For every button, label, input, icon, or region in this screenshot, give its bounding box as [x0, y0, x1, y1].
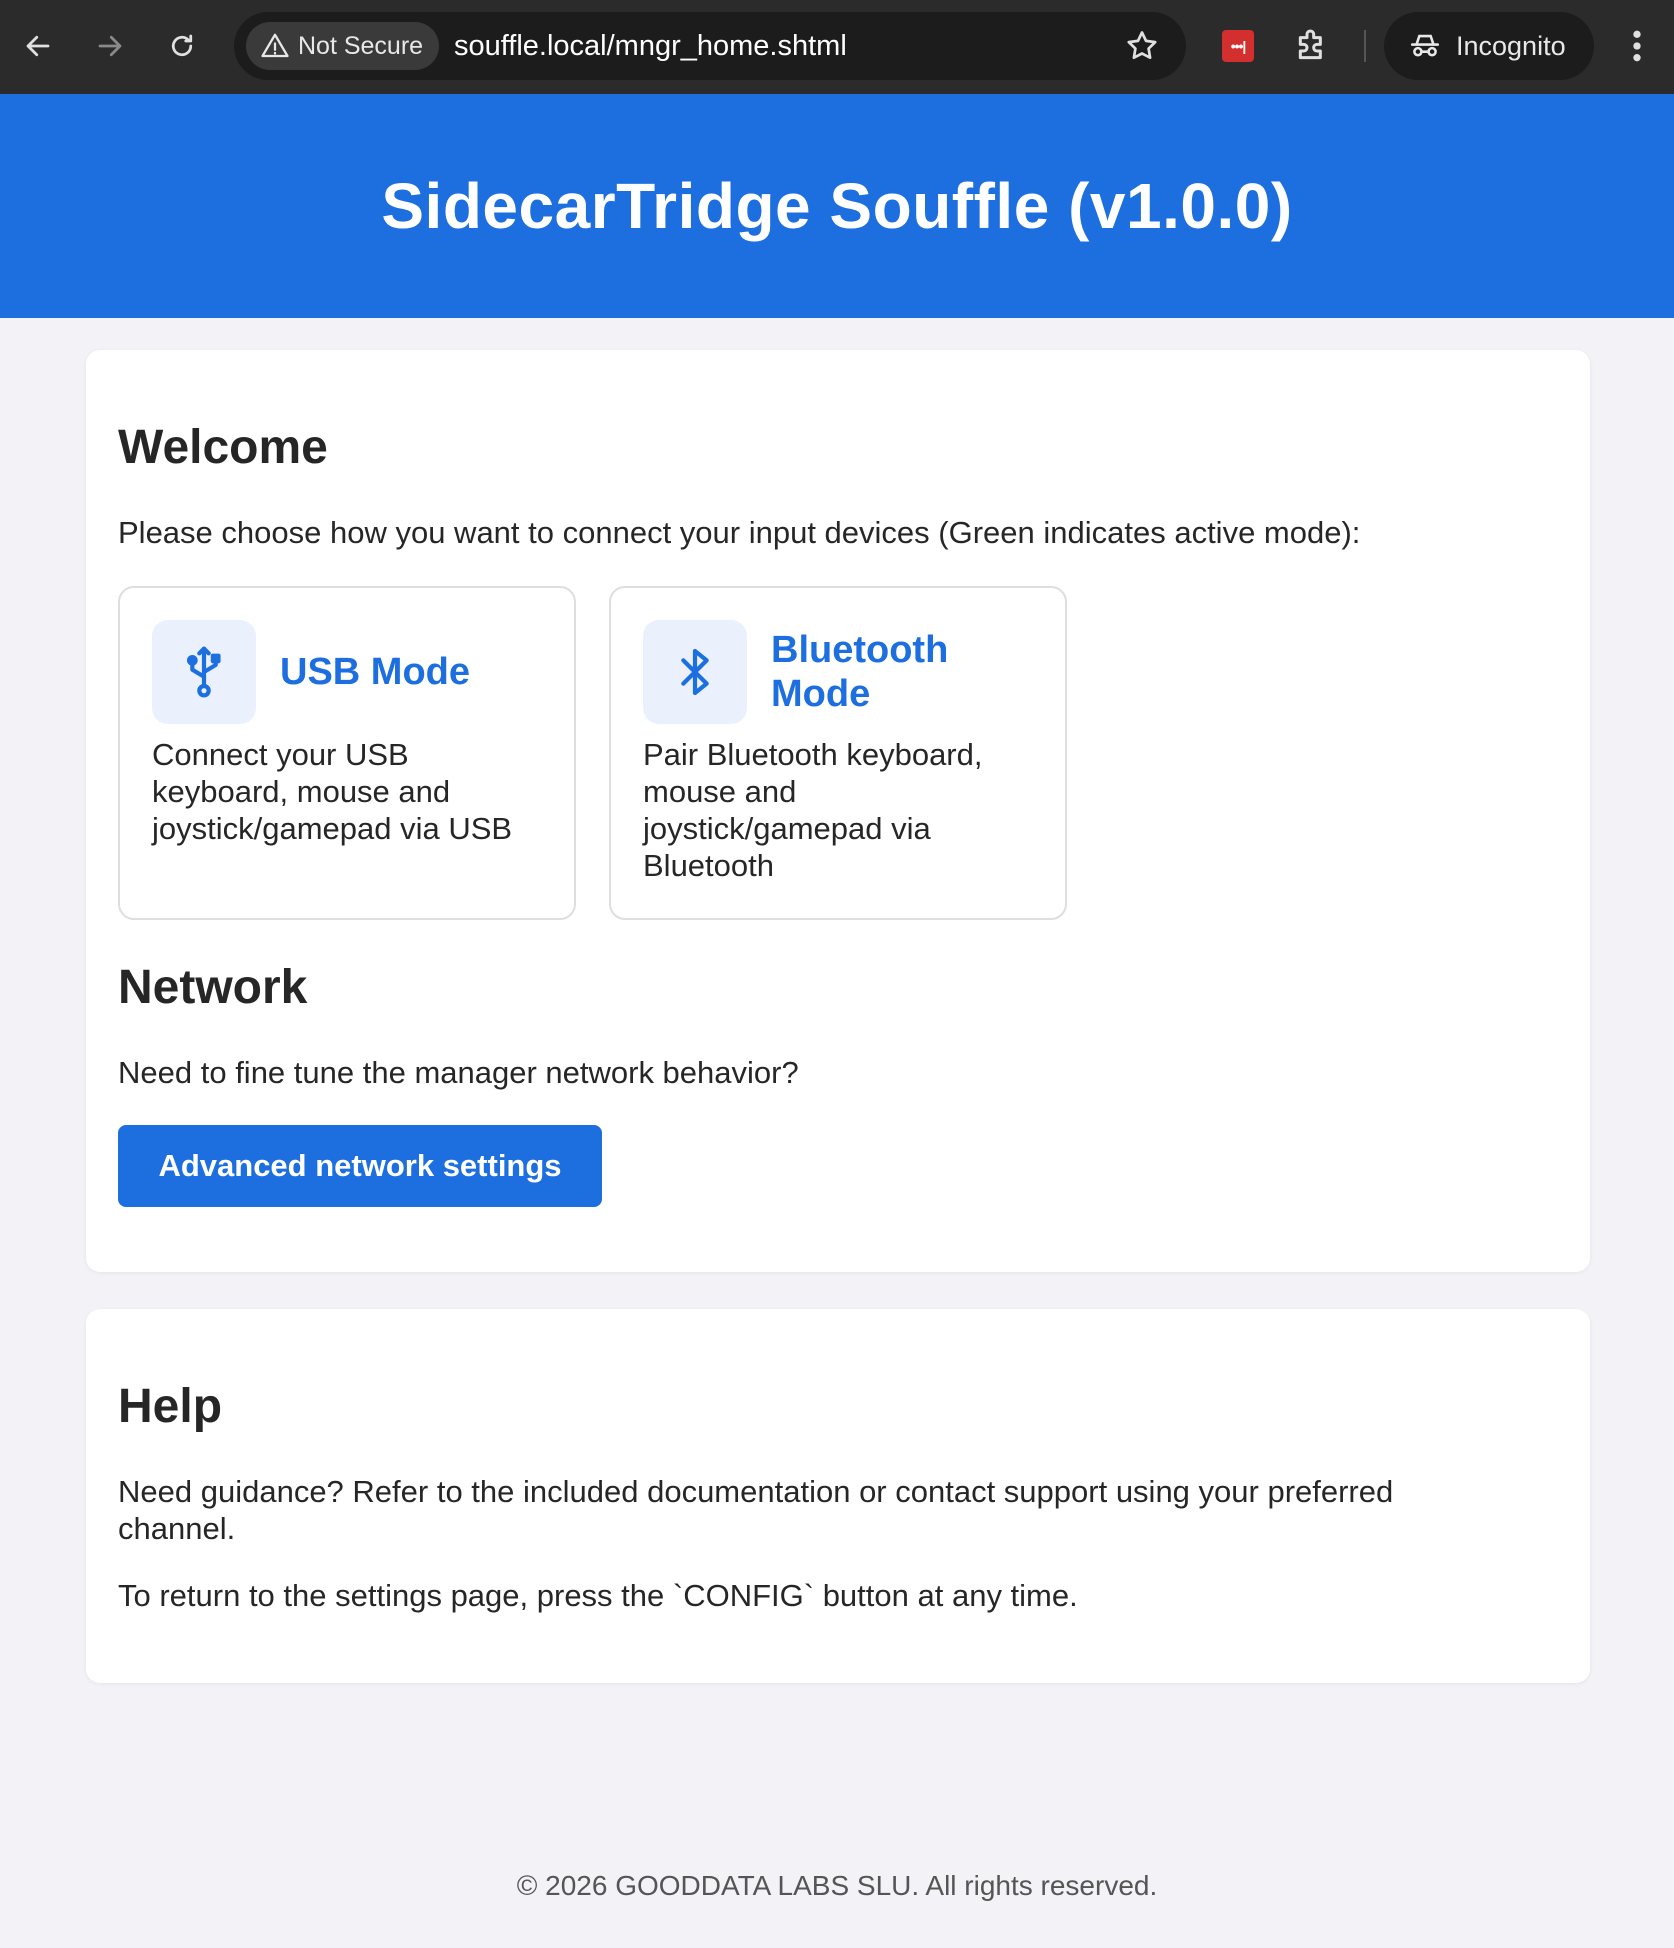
footer-copyright: © 2026 GOODDATA LABS SLU. All rights res… — [516, 1870, 1158, 1901]
browser-toolbar: Not Secure souffle.local/mngr_home.shtml… — [0, 0, 1674, 94]
usb-icon — [186, 646, 221, 698]
usb-icon-tile — [152, 620, 256, 724]
warning-icon — [261, 33, 289, 58]
back-button[interactable] — [14, 22, 62, 70]
security-label: Not Secure — [298, 31, 424, 60]
page-title: SidecarTridge Souffle (v1.0.0) — [381, 170, 1293, 242]
incognito-icon — [1410, 34, 1440, 57]
reload-icon — [171, 34, 193, 57]
arrow-left-icon — [26, 35, 50, 57]
url-text[interactable]: souffle.local/mngr_home.shtml — [454, 30, 847, 63]
reload-button[interactable] — [158, 22, 206, 70]
page-header: SidecarTridge Souffle (v1.0.0) — [0, 94, 1674, 318]
more-menu-icon[interactable] — [1622, 26, 1652, 66]
network-heading: Network — [118, 961, 308, 1014]
usb-mode-title: USB Mode — [280, 651, 470, 693]
extensions-puzzle-icon[interactable] — [1292, 26, 1332, 66]
bluetooth-mode-title: Bluetooth Mode — [771, 629, 949, 715]
usb-mode-description: Connect your USB keyboard, mouse and joy… — [152, 737, 513, 846]
arrow-right-icon — [98, 35, 122, 57]
bluetooth-icon — [681, 648, 709, 696]
help-card: Help Need guidance? Refer to the include… — [86, 1309, 1590, 1683]
forward-button[interactable] — [86, 22, 134, 70]
password-manager-extension-icon[interactable]: •••| — [1222, 30, 1254, 62]
address-bar[interactable]: Not Secure souffle.local/mngr_home.shtml — [234, 12, 1186, 80]
advanced-network-settings-button[interactable]: Advanced network settings — [118, 1125, 602, 1207]
welcome-intro: Please choose how you want to connect yo… — [118, 515, 1361, 550]
site-info-chip[interactable]: Not Secure — [246, 22, 440, 70]
incognito-label: Incognito — [1456, 30, 1566, 61]
toolbar-separator — [1364, 30, 1366, 62]
bluetooth-icon-tile — [643, 620, 747, 724]
help-text-guidance: Need guidance? Refer to the included doc… — [118, 1474, 1394, 1546]
help-heading: Help — [118, 1380, 223, 1433]
network-text: Need to fine tune the manager network be… — [118, 1055, 799, 1090]
bluetooth-mode-card[interactable]: Bluetooth Mode Pair Bluetooth keyboard, … — [609, 586, 1067, 920]
welcome-heading: Welcome — [118, 421, 328, 474]
help-text-config: To return to the settings page, press th… — [118, 1578, 1078, 1613]
main-card: Welcome Please choose how you want to co… — [86, 350, 1590, 1272]
incognito-chip[interactable]: Incognito — [1384, 12, 1594, 80]
bluetooth-mode-description: Pair Bluetooth keyboard, mouse and joyst… — [643, 737, 983, 883]
bookmark-star-icon[interactable] — [1124, 28, 1160, 64]
usb-mode-card[interactable]: USB Mode Connect your USB keyboard, mous… — [118, 586, 576, 920]
